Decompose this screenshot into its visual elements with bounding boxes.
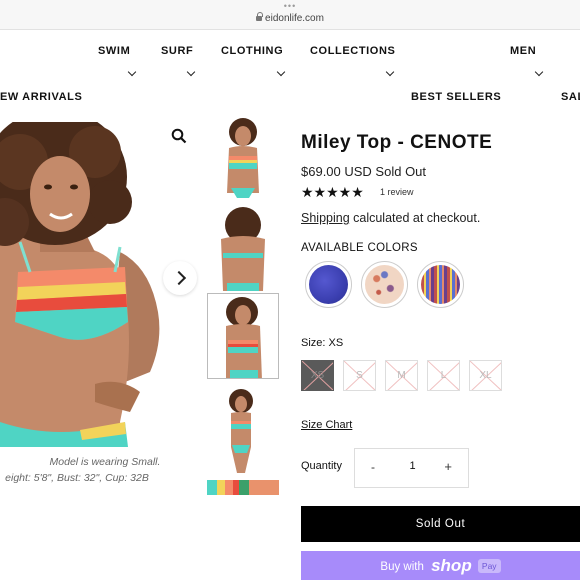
nav-surf[interactable]: SURF [161,45,193,57]
chevron-down-icon[interactable] [186,67,196,77]
quantity-increase-button[interactable]: + [444,459,452,474]
size-chart-link[interactable]: Size Chart [301,419,352,431]
shop-logo: shop [431,556,472,575]
product-price: $69.00 USD Sold Out [301,164,427,179]
size-option-s[interactable]: S [343,360,376,391]
shipping-link[interactable]: Shipping [301,211,350,225]
nav-clothing[interactable]: CLOTHING [221,45,283,57]
model-size-caption: Model is wearing Small. [49,456,161,468]
next-image-button[interactable] [163,261,197,295]
nav-swim[interactable]: SWIM [98,45,130,57]
color-swatch-stripes[interactable] [417,261,464,308]
url-text: eidonlife.com [265,13,324,24]
quantity-input[interactable]: 1 [355,460,470,472]
quantity-label: Quantity [301,460,342,472]
product-title: Miley Top - CENOTE [301,132,493,153]
thumbnail-2[interactable] [207,205,279,291]
quantity-stepper: - 1 + [354,448,469,488]
color-swatch-floral[interactable] [361,261,408,308]
zoom-icon[interactable] [171,128,187,144]
browser-menu-dots[interactable]: ••• [0,2,580,11]
size-option-l[interactable]: L [427,360,460,391]
size-option-xl[interactable]: XL [469,360,502,391]
size-option-xs[interactable]: XS [301,360,334,391]
browser-bar: ••• eidonlife.com [0,0,580,30]
shipping-text: calculated at checkout. [349,211,481,225]
thumbnail-1[interactable] [207,118,279,204]
chevron-down-icon[interactable] [276,67,286,77]
thumbnail-3-selected[interactable] [207,293,279,379]
size-label: Size: XS [301,337,344,349]
size-option-label: XS [310,370,325,381]
lock-icon [256,12,264,21]
review-count-link[interactable]: 1 review [380,187,414,197]
size-option-label: S [356,370,363,381]
chevron-down-icon[interactable] [127,67,137,77]
color-swatch-blue[interactable] [305,261,352,308]
address-bar[interactable]: eidonlife.com [0,12,580,24]
sold-out-button[interactable]: Sold Out [301,506,580,542]
chevron-down-icon[interactable] [534,67,544,77]
buy-with-text: Buy with [380,561,424,573]
thumbnail-5[interactable] [207,480,279,495]
rating-stars-icon[interactable]: ★★★★★ [301,184,364,201]
size-option-label: L [440,370,447,381]
chevron-down-icon[interactable] [385,67,395,77]
pay-badge: Pay [477,559,501,573]
shipping-info: Shipping calculated at checkout. [301,211,480,225]
size-option-m[interactable]: M [385,360,418,391]
nav-men[interactable]: MEN [510,45,536,57]
size-option-label: M [397,370,406,381]
nav-best-sellers[interactable]: BEST SELLERS [411,91,501,103]
nav-sale[interactable]: SAL [561,91,580,103]
nav-collections[interactable]: COLLECTIONS [310,45,395,57]
nav-new-arrivals[interactable]: EW ARRIVALS [0,91,82,103]
shop-pay-button[interactable]: Buy with shop Pay [301,551,580,580]
available-colors-label: AVAILABLE COLORS [301,242,418,254]
model-measurements-caption: eight: 5'8", Bust: 32", Cup: 32B [5,472,149,484]
size-option-label: XL [479,370,492,381]
thumbnail-4[interactable] [207,387,279,473]
